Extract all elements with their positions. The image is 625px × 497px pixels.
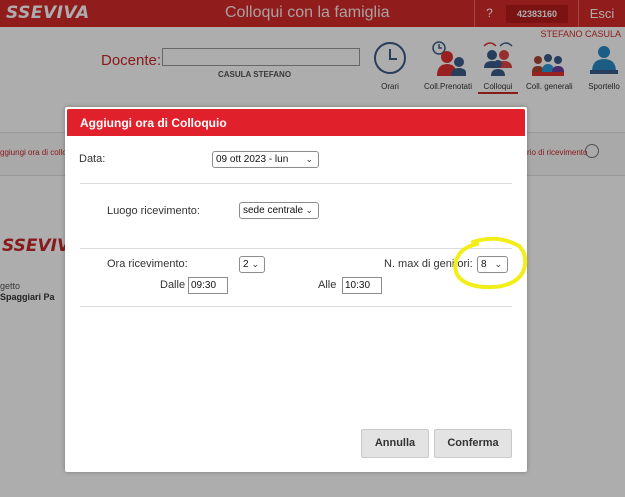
date-select[interactable]: 09 ott 2023 - lun ⌄ [212,151,319,168]
place-value: sede centrale [243,205,304,216]
from-time-input[interactable]: 09:30 [188,277,228,294]
hour-label: Ora ricevimento: [107,258,188,270]
divider [80,248,512,249]
place-label: Luogo ricevimento: [107,205,200,217]
highlight-circle-annotation [453,236,528,290]
place-select[interactable]: sede centrale ⌄ [239,202,319,219]
dialog-title: Aggiungi ora di Colloquio [80,116,227,130]
date-value: 09 ott 2023 - lun [216,154,289,165]
cancel-button[interactable]: Annulla [361,429,429,458]
confirm-button[interactable]: Conferma [434,429,512,458]
chevron-down-icon: ⌄ [305,154,313,164]
hour-select[interactable]: 2 ⌄ [239,256,265,273]
hour-value: 2 [243,259,249,270]
chevron-down-icon: ⌄ [251,259,259,269]
from-label: Dalle [160,279,186,291]
divider [80,183,512,184]
date-label: Data: [79,153,106,165]
to-time-input[interactable]: 10:30 [342,277,382,294]
dialog-header: Aggiungi ora di Colloquio [67,109,525,136]
chevron-down-icon: ⌄ [305,205,313,215]
to-label: Alle [318,279,337,291]
divider [80,306,512,307]
